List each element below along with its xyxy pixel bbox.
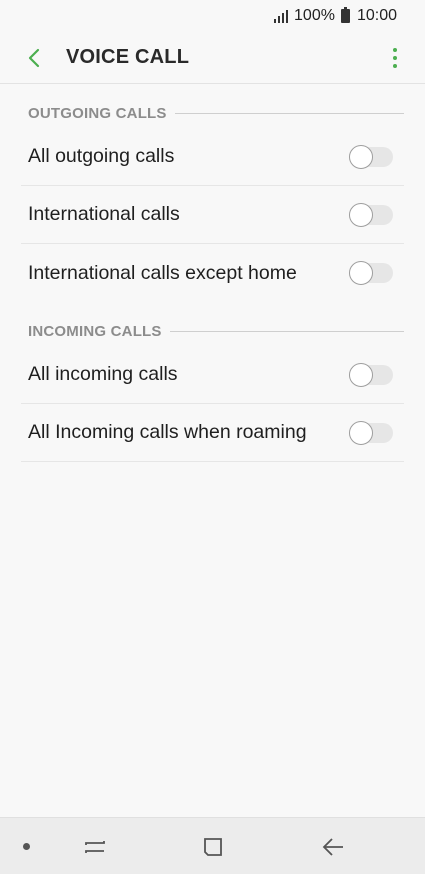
status-bar: 100% 10:00 (0, 0, 425, 32)
setting-label: All outgoing calls (28, 145, 175, 167)
section-title: OUTGOING CALLS (28, 104, 167, 122)
toggle-switch[interactable] (349, 202, 393, 227)
section-header-incoming: INCOMING CALLS (28, 322, 404, 340)
section-title: INCOMING CALLS (28, 322, 162, 340)
section-outgoing: OUTGOING CALLS All outgoing calls Intern… (0, 104, 425, 302)
more-options-button[interactable] (387, 40, 403, 76)
recents-button[interactable] (80, 832, 110, 862)
setting-row-all-incoming-calls-when-roaming[interactable]: All Incoming calls when roaming (21, 404, 404, 462)
toggle-switch[interactable] (349, 420, 393, 445)
back-arrow-icon (322, 838, 343, 856)
setting-label: All incoming calls (28, 363, 178, 385)
divider (169, 330, 404, 332)
toggle-switch[interactable] (349, 362, 393, 387)
setting-label: All Incoming calls when roaming (28, 421, 307, 443)
page-title: VOICE CALL (66, 46, 190, 68)
home-icon (204, 838, 222, 856)
setting-label: International calls except home (28, 261, 297, 284)
setting-row-all-incoming-calls[interactable]: All incoming calls (21, 346, 404, 404)
section-incoming: INCOMING CALLS All incoming calls All In… (0, 322, 425, 462)
signal-icon (274, 9, 289, 23)
app-bar: VOICE CALL (0, 32, 425, 84)
back-button[interactable] (14, 38, 54, 78)
keyboard-dot-icon (23, 843, 30, 850)
setting-row-international-calls[interactable]: International calls (21, 186, 404, 244)
setting-row-international-calls-except-home[interactable]: International calls except home (21, 244, 404, 302)
section-header-outgoing: OUTGOING CALLS (28, 104, 404, 122)
setting-label: International calls (28, 203, 180, 225)
divider (174, 112, 404, 114)
toggle-switch[interactable] (349, 144, 393, 169)
navigation-bar (0, 817, 425, 874)
clock: 10:00 (356, 7, 397, 24)
setting-row-all-outgoing-calls[interactable]: All outgoing calls (21, 128, 404, 186)
more-vertical-icon (393, 48, 397, 52)
home-button[interactable] (198, 832, 228, 862)
recent-apps-icon (85, 841, 105, 853)
toggle-switch[interactable] (349, 261, 393, 285)
chevron-left-icon (28, 48, 40, 67)
battery-icon (340, 7, 350, 23)
nav-back-button[interactable] (318, 832, 348, 862)
battery-percentage: 100% (294, 7, 335, 24)
